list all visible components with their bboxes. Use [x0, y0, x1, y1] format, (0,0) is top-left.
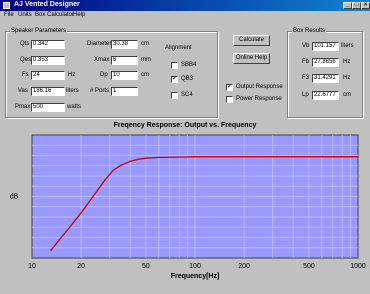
app-icon — [3, 2, 10, 9]
fb-unit: Hz — [343, 59, 351, 65]
sc4-label: SC4 — [181, 92, 193, 98]
alignment-label: Alignment — [165, 45, 192, 51]
calculate-button[interactable]: Calculate — [233, 35, 270, 46]
diameter-unit: cm — [141, 41, 149, 47]
x-tick-label: 500 — [303, 263, 315, 270]
vas-unit: liters — [66, 88, 79, 94]
menu-bar: File Units Box Calculator Help — [0, 11, 370, 20]
menu-help[interactable]: Help — [73, 12, 85, 18]
diameter-field[interactable]: 30.38 — [111, 40, 138, 49]
sbb4-checkbox[interactable] — [171, 62, 178, 69]
output-response-checkbox[interactable]: ✓ — [226, 84, 233, 91]
x-axis-label: Frequency[Hz] — [171, 273, 220, 280]
menu-units[interactable]: Units — [18, 12, 32, 18]
dp-label: Dp — [100, 72, 108, 78]
box-results-title: Box Results — [292, 28, 327, 34]
qes-label: Qes — [20, 57, 32, 63]
frequency-response-chart: 10 20 50 100 200 500 1000 Frequency[Hz] dB — [10, 134, 366, 280]
y-axis-label: dB — [10, 194, 19, 201]
qb3-label: QB3 — [181, 76, 194, 82]
lp-unit: cm — [343, 92, 351, 98]
close-button[interactable]: × — [361, 2, 370, 9]
vas-field[interactable]: 186.16 — [31, 87, 65, 96]
power-response-checkbox[interactable] — [226, 96, 233, 103]
x-tick-label: 200 — [238, 263, 250, 270]
qts-field[interactable]: 0.342 — [31, 40, 65, 49]
pmax-label: Pmax — [15, 104, 31, 110]
title-bar: AJ Vented Designer _ □ × — [0, 0, 370, 11]
x-tick-label: 100 — [189, 263, 201, 270]
dp-field[interactable]: 10 — [111, 71, 138, 80]
fs-label: Fs — [22, 72, 29, 78]
f3-field: 31.4291 — [312, 74, 339, 83]
vb-unit: liters — [341, 43, 354, 49]
ports-field[interactable]: 1 — [111, 87, 138, 96]
x-tick-label: 20 — [77, 263, 85, 270]
f3-label: F3 — [302, 75, 310, 81]
maximize-button[interactable]: □ — [352, 2, 361, 9]
sc4-checkbox[interactable] — [171, 92, 178, 99]
vb-field: 101.157 — [312, 42, 339, 51]
online-help-button[interactable]: Online Help — [233, 53, 270, 64]
x-tick-label: 1000 — [350, 263, 366, 270]
window-title: AJ Vented Designer — [14, 1, 80, 8]
fs-field[interactable]: 24 — [31, 71, 65, 80]
xmax-unit: mm — [141, 57, 151, 63]
sbb4-label: SBB4 — [181, 62, 197, 68]
lp-field: 22.6777 — [312, 91, 339, 100]
output-response-label: Output Response — [236, 84, 283, 90]
vb-label: Vb — [302, 43, 310, 49]
fb-label: Fb — [302, 59, 310, 65]
pmax-field[interactable]: 500 — [31, 103, 65, 112]
x-tick-label: 10 — [28, 263, 36, 270]
fs-unit: Hz — [68, 72, 76, 78]
f3-unit: Hz — [343, 75, 351, 81]
qts-label: Qts — [20, 41, 30, 47]
minimize-button[interactable]: _ — [343, 2, 352, 9]
xmax-label: Xmax — [94, 57, 110, 63]
xmax-field[interactable]: 6 — [111, 56, 138, 65]
qb3-checkbox[interactable]: ✓ — [171, 76, 178, 83]
dp-unit: cm — [141, 72, 149, 78]
fb-field: 27.8656 — [312, 58, 339, 67]
speaker-parameters-title: Speaker Parameters — [10, 28, 68, 34]
diameter-label: Diameter — [87, 41, 112, 47]
ports-label: # Ports — [90, 88, 110, 94]
menu-file[interactable]: File — [4, 12, 14, 18]
pmax-unit: watts — [67, 104, 82, 110]
menu-box-calculator[interactable]: Box Calculator — [35, 12, 74, 18]
x-tick-label: 50 — [142, 263, 150, 270]
qes-field[interactable]: 0.353 — [31, 56, 65, 65]
vas-label: Vas — [18, 88, 28, 94]
power-response-label: Power Response — [236, 96, 282, 102]
lp-label: Lp — [302, 92, 309, 98]
